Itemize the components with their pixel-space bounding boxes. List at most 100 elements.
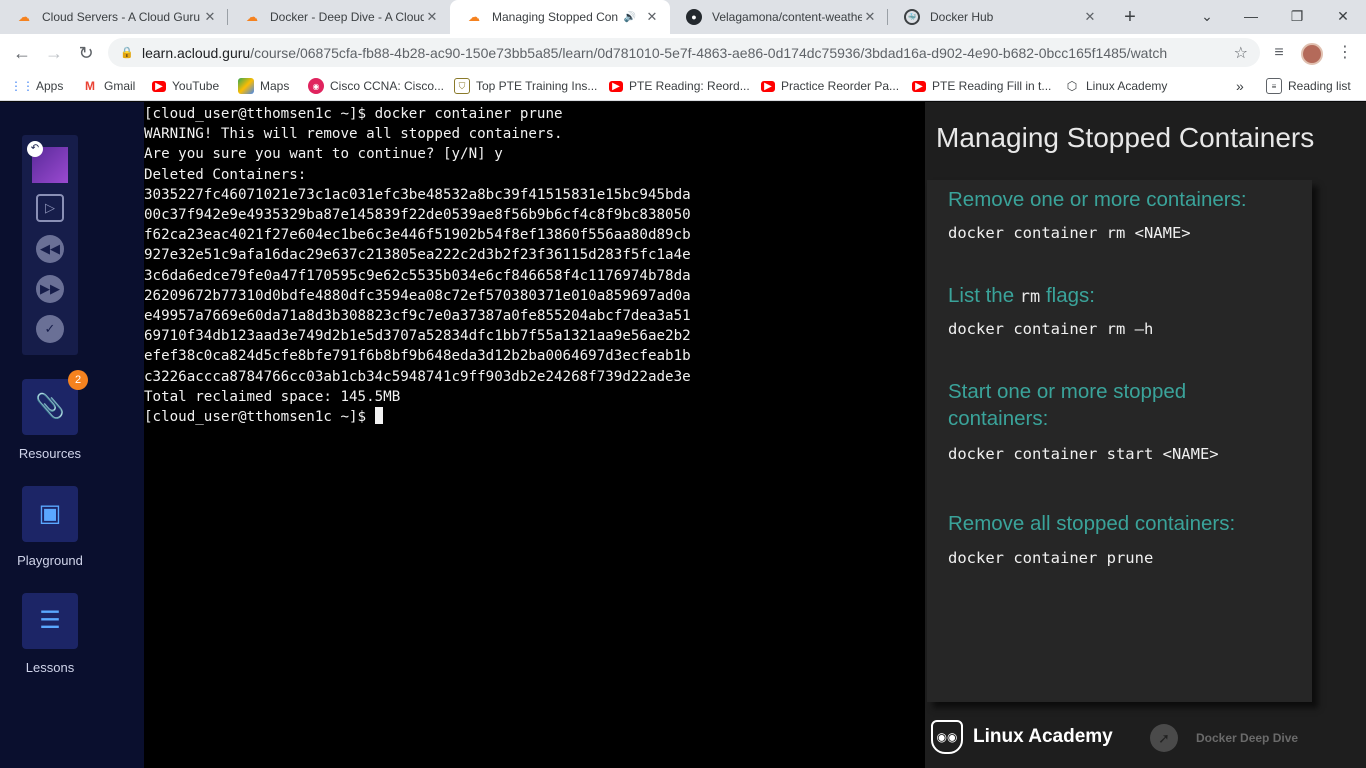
cloud-icon: ☁ [468, 10, 480, 24]
bookmark-label: Linux Academy [1086, 79, 1168, 93]
bookmark-pte-fill[interactable]: ▶ PTE Reading Fill in t... [912, 76, 1051, 96]
speaker-icon[interactable]: 🔊 [622, 9, 638, 25]
bookmark-label: Cisco CCNA: Cisco... [330, 79, 445, 93]
check-complete-icon[interactable]: ✓ [36, 315, 64, 343]
bookmark-label: PTE Reading: Reord... [629, 79, 750, 93]
terminal-line: 69710f34db123aad3e749d2b1e5d3707a52834df… [144, 328, 691, 345]
bookmark-label: Gmail [104, 79, 136, 93]
terminal-prompt-line: [cloud_user@tthomsen1c ~]$ [144, 407, 925, 427]
media-control-icon[interactable]: ≡ [1268, 42, 1290, 64]
tab-title: Managing Stopped Conta [492, 10, 618, 24]
resources-badge: 2 [68, 370, 88, 390]
section-heading: List the rm flags: [948, 282, 1095, 311]
bookmarks-overflow-button[interactable]: » [1236, 76, 1244, 96]
close-icon[interactable]: ✕ [424, 9, 440, 25]
tab-title: Velagamona/content-weathe [712, 10, 862, 24]
bookmark-linux-academy[interactable]: ⬡ Linux Academy [1064, 76, 1168, 96]
terminal-cursor [374, 407, 383, 425]
address-bar[interactable]: 🔒 learn.acloud.guru/course/06875cfa-fb88… [108, 38, 1260, 67]
tab-managing-stopped-containers[interactable]: ☁ Managing Stopped Conta 🔊 ✕ [450, 0, 670, 34]
lock-icon[interactable]: 🔒 [120, 46, 134, 59]
pte-icon: ⛉ [454, 78, 470, 94]
close-window-button[interactable]: ✕ [1320, 0, 1366, 34]
bookmark-pte-training[interactable]: ⛉ Top PTE Training Ins... [454, 76, 597, 96]
tab-cloud-servers[interactable]: ☁ Cloud Servers - A Cloud Guru ✕ [0, 0, 228, 34]
heading-text: List the [948, 284, 1020, 307]
playground-button[interactable]: ▣ [22, 486, 78, 542]
section-command: docker container start <NAME> [948, 445, 1219, 463]
video-terminal[interactable]: [cloud_user@tthomsen1c ~]$ docker contai… [144, 102, 925, 768]
bookmark-star-icon[interactable]: ☆ [1234, 43, 1248, 63]
slide-title: Managing Stopped Containers [936, 122, 1315, 153]
cisco-icon: ◉ [308, 78, 324, 94]
resources-button[interactable]: 📎 [22, 379, 78, 435]
tab-strip: ☁ Cloud Servers - A Cloud Guru ✕ ☁ Docke… [0, 0, 1366, 34]
paperclip-icon: 📎 [35, 393, 65, 420]
youtube-icon: ▶ [761, 80, 775, 92]
heading-text: flags: [1040, 284, 1095, 307]
toggle-panel-icon[interactable]: ▷ [36, 194, 64, 222]
terminal-line: Are you sure you want to continue? [y/N]… [144, 146, 503, 163]
reading-list-button[interactable]: ≡ Reading list [1266, 76, 1351, 96]
url-path: /course/06875cfa-fb88-4b28-ac90-150e73bb… [250, 44, 1168, 61]
back-arrow-icon[interactable]: ← [8, 39, 36, 67]
section-heading: Start one or more stopped [948, 380, 1187, 403]
terminal-line: Deleted Containers: [144, 166, 307, 183]
bookmark-label: Maps [260, 79, 290, 93]
forward-arrow-icon[interactable]: → [40, 39, 68, 67]
bookmark-maps[interactable]: Maps [238, 76, 289, 96]
bookmark-gmail[interactable]: M Gmail [82, 76, 135, 96]
left-nav: ↶ ▷ ◀◀ ▶▶ ✓ 📎 2 Resources ▣ Playground ☰… [0, 102, 144, 768]
reading-list-icon: ≡ [1266, 78, 1282, 94]
bookmark-label: YouTube [172, 79, 220, 93]
terminal-line: 26209672b77310d0bdfe4880dfc3594ea08c72ef… [144, 287, 691, 304]
bookmark-youtube[interactable]: ▶ YouTube [152, 76, 219, 96]
terminal-line: 3035227fc46071021e73c1ac031efc3be48532a8… [144, 186, 691, 203]
menu-kebab-icon[interactable]: ⋮ [1334, 42, 1356, 64]
github-icon: ● [686, 9, 702, 25]
slide-card: Remove one or more containers: docker co… [927, 180, 1312, 702]
tab-docker-deep-dive[interactable]: ☁ Docker - Deep Dive - A Cloud ✕ [228, 0, 450, 34]
cloud-icon: ☁ [246, 10, 258, 24]
heading-mono: rm [1019, 287, 1041, 307]
tab-github[interactable]: ● Velagamona/content-weathe ✕ [670, 0, 888, 34]
terminal-line: f62ca23eac4021f27e604ec1be6c3e446f51902b… [144, 227, 691, 244]
tab-docker-hub[interactable]: 🐳 Docker Hub ✕ [888, 0, 1108, 34]
section-heading-cont: containers: [948, 407, 1049, 430]
resources-label: Resources [18, 446, 82, 461]
tab-title: Docker - Deep Dive - A Cloud [270, 10, 424, 24]
linux-academy-icon: ⬡ [1066, 79, 1078, 93]
close-icon[interactable]: ✕ [1082, 9, 1098, 25]
browser-toolbar: ← → ↻ 🔒 learn.acloud.guru/course/06875cf… [0, 34, 1366, 71]
tab-title: Docker Hub [930, 10, 994, 24]
bookmark-apps[interactable]: ⋮⋮ Apps [10, 76, 63, 96]
bookmark-pte-reading[interactable]: ▶ PTE Reading: Reord... [609, 76, 750, 96]
terminal-line: WARNING! This will remove all stopped co… [144, 126, 563, 143]
lessons-button[interactable]: ☰ [22, 593, 78, 649]
fast-forward-icon[interactable]: ▶▶ [36, 275, 64, 303]
tab-search-icon[interactable]: ⌄ [1184, 0, 1230, 34]
terminal-line: Total reclaimed space: 145.5MB [144, 388, 401, 405]
minimize-button[interactable]: — [1228, 0, 1274, 34]
bookmark-cisco[interactable]: ◉ Cisco CCNA: Cisco... [308, 76, 444, 96]
profile-avatar[interactable] [1301, 43, 1323, 65]
rewind-icon[interactable]: ◀◀ [36, 235, 64, 263]
list-icon: ☰ [39, 607, 61, 634]
terminal-line: e49957a7669e60da71a8d3b308823cf9c7e0a373… [144, 308, 691, 325]
new-tab-button[interactable]: + [1117, 4, 1143, 30]
maximize-button[interactable]: ❐ [1274, 0, 1320, 34]
back-icon[interactable]: ↶ [27, 141, 43, 157]
course-page: ↶ ▷ ◀◀ ▶▶ ✓ 📎 2 Resources ▣ Playground ☰… [0, 102, 1366, 768]
close-icon[interactable]: ✕ [862, 9, 878, 25]
cube-icon: ▣ [38, 500, 62, 527]
youtube-icon: ▶ [152, 80, 166, 92]
close-icon[interactable]: ✕ [644, 9, 660, 25]
close-icon[interactable]: ✕ [202, 9, 218, 25]
bookmarks-bar: ⋮⋮ Apps M Gmail ▶ YouTube Maps ◉ Cisco C… [0, 71, 1366, 101]
compass-icon: ➚ [1150, 724, 1178, 752]
url-host: learn.acloud.guru [142, 44, 251, 61]
apps-grid-icon: ⋮⋮ [10, 79, 34, 93]
reload-icon[interactable]: ↻ [72, 39, 100, 67]
bookmark-practice-reorder[interactable]: ▶ Practice Reorder Pa... [761, 76, 899, 96]
lesson-slide: Managing Stopped Containers Remove one o… [925, 102, 1366, 768]
